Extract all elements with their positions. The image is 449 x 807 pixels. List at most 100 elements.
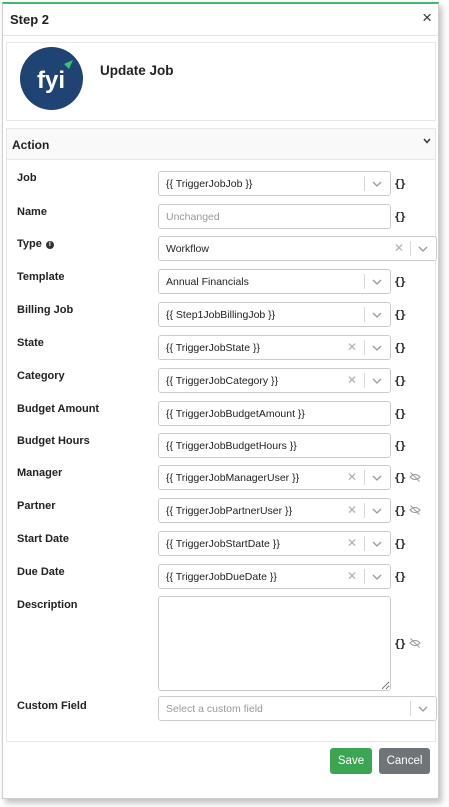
chevron-down-icon[interactable] [417, 704, 429, 714]
clear-icon[interactable]: ✕ [347, 570, 357, 582]
select-separator [364, 569, 365, 584]
variable-braces-icon[interactable]: {} [394, 504, 406, 517]
chevron-down-icon[interactable] [417, 244, 429, 254]
step-panel: Step 2 × fyi Update Job Action Job {{ Tr… [2, 2, 439, 799]
partner-label: Partner [17, 500, 56, 512]
template-select[interactable]: Annual Financials [158, 269, 391, 294]
clear-icon[interactable]: ✕ [347, 537, 357, 549]
description-textarea[interactable] [158, 596, 391, 691]
type-label-text: Type [17, 238, 42, 250]
eye-off-icon[interactable] [409, 638, 421, 648]
variable-braces-icon[interactable]: {} [394, 537, 406, 550]
state-label: State [17, 337, 44, 349]
clear-icon[interactable]: ✕ [347, 471, 357, 483]
custom-field-label: Custom Field [17, 700, 87, 712]
chevron-down-icon[interactable] [371, 310, 383, 320]
chevron-down-icon[interactable] [371, 179, 383, 189]
logo-leaf-icon [64, 60, 73, 69]
start-date-select[interactable]: {{ TriggerJobStartDate }} ✕ [158, 531, 391, 556]
chevron-down-icon[interactable] [371, 539, 383, 549]
budget-amount-label: Budget Amount [17, 403, 100, 415]
select-separator [364, 470, 365, 485]
template-value: Annual Financials [166, 276, 249, 288]
variable-braces-icon[interactable]: {} [394, 407, 406, 420]
partner-select[interactable]: {{ TriggerJobPartnerUser }} ✕ [158, 498, 391, 523]
section-title: Action [12, 138, 50, 152]
variable-braces-icon[interactable]: {} [394, 210, 406, 223]
logo-text: fyi [37, 67, 65, 94]
variable-braces-icon[interactable]: {} [394, 439, 406, 452]
budget-hours-label: Budget Hours [17, 435, 90, 447]
job-select[interactable]: {{ TriggerJobJob }} [158, 171, 391, 196]
template-label: Template [17, 271, 65, 283]
chevron-down-icon[interactable] [371, 277, 383, 287]
custom-field-placeholder: Select a custom field [166, 703, 263, 715]
chevron-down-icon[interactable] [371, 506, 383, 516]
name-input[interactable] [158, 204, 391, 229]
chevron-down-icon[interactable] [371, 343, 383, 353]
name-label: Name [17, 206, 47, 218]
variable-braces-icon[interactable]: {} [394, 471, 406, 484]
fyi-logo-graphic: fyi [37, 60, 73, 94]
select-separator [364, 503, 365, 518]
budget-hours-input[interactable] [158, 433, 391, 458]
action-title: Update Job [100, 63, 174, 78]
billing-job-value: {{ Step1JobBillingJob }} [166, 309, 276, 321]
chevron-down-icon[interactable] [371, 572, 383, 582]
select-separator [364, 536, 365, 551]
manager-label: Manager [17, 467, 63, 479]
eye-off-icon[interactable] [409, 472, 421, 482]
info-icon: i [45, 241, 54, 249]
custom-field-select[interactable]: Select a custom field [158, 696, 437, 721]
clear-icon[interactable]: ✕ [347, 374, 357, 386]
type-label: Type i [17, 238, 54, 250]
category-label: Category [17, 370, 65, 382]
chevron-down-icon[interactable] [423, 135, 431, 147]
eye-off-icon[interactable] [409, 505, 421, 515]
select-separator [364, 373, 365, 388]
budget-amount-input[interactable] [158, 401, 391, 426]
due-date-value: {{ TriggerJobDueDate }} [166, 571, 277, 583]
due-date-select[interactable]: {{ TriggerJobDueDate }} ✕ [158, 564, 391, 589]
variable-braces-icon[interactable]: {} [394, 275, 406, 288]
chevron-down-icon[interactable] [371, 473, 383, 483]
billing-job-label: Billing Job [17, 304, 74, 316]
clear-icon[interactable]: ✕ [347, 341, 357, 353]
start-date-value: {{ TriggerJobStartDate }} [166, 538, 280, 550]
state-select[interactable]: {{ TriggerJobState }} ✕ [158, 335, 391, 360]
chevron-down-icon[interactable] [371, 376, 383, 386]
variable-braces-icon[interactable]: {} [394, 374, 406, 387]
billing-job-select[interactable]: {{ Step1JobBillingJob }} [158, 302, 391, 327]
variable-braces-icon[interactable]: {} [394, 637, 406, 650]
description-label: Description [17, 599, 78, 611]
variable-braces-icon[interactable]: {} [394, 177, 406, 190]
cancel-button[interactable]: Cancel [379, 748, 430, 774]
select-separator [410, 241, 411, 256]
start-date-label: Start Date [17, 533, 69, 545]
manager-value: {{ TriggerJobManagerUser }} [166, 472, 300, 484]
manager-select[interactable]: {{ TriggerJobManagerUser }} ✕ [158, 465, 391, 490]
action-section-header[interactable]: Action [7, 129, 435, 160]
partner-value: {{ TriggerJobPartnerUser }} [166, 505, 293, 517]
close-icon[interactable]: × [422, 9, 432, 26]
select-separator [364, 274, 365, 289]
variable-braces-icon[interactable]: {} [394, 341, 406, 354]
due-date-label: Due Date [17, 566, 65, 578]
clear-icon[interactable]: ✕ [394, 242, 404, 254]
select-separator [364, 176, 365, 191]
fyi-logo: fyi [20, 47, 83, 110]
select-separator [364, 307, 365, 322]
clear-icon[interactable]: ✕ [347, 504, 357, 516]
state-value: {{ TriggerJobState }} [166, 342, 260, 354]
job-label: Job [17, 172, 37, 184]
select-separator [364, 340, 365, 355]
variable-braces-icon[interactable]: {} [394, 308, 406, 321]
panel-title: Step 2 [10, 12, 50, 27]
type-select[interactable]: Workflow ✕ [158, 236, 437, 261]
action-info-card: fyi Update Job [6, 42, 436, 121]
action-section: Action Job {{ TriggerJobJob }} {} Name {… [6, 128, 437, 742]
job-value: {{ TriggerJobJob }} [166, 178, 253, 190]
category-select[interactable]: {{ TriggerJobCategory }} ✕ [158, 368, 391, 393]
variable-braces-icon[interactable]: {} [394, 570, 406, 583]
save-button[interactable]: Save [330, 748, 372, 774]
